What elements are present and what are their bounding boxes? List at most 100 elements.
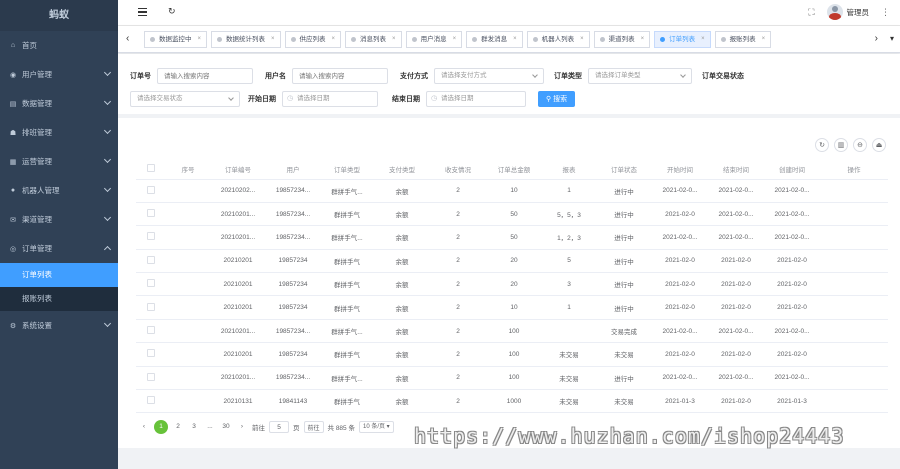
row-select-cell[interactable] xyxy=(136,295,166,320)
sidebar-item-team[interactable]: ☗ 排班管理 xyxy=(0,118,118,147)
close-icon[interactable]: × xyxy=(392,32,396,47)
page-1-button[interactable]: 1 xyxy=(154,420,168,434)
table-cell: 2021-02-0 xyxy=(708,389,764,414)
refresh-icon[interactable]: ↻ xyxy=(168,6,176,17)
sidebar-item-order[interactable]: ◎ 订单管理 xyxy=(0,234,118,263)
avatar[interactable] xyxy=(826,4,843,20)
table-row[interactable]: 20210201... 19857234... 群拼手气 余额 2 50 5，5，3 进行中 2… xyxy=(136,202,888,227)
row-checkbox[interactable] xyxy=(147,232,155,241)
table-row[interactable]: 20210201... 19857234... 群拼手气... 余额 2 100 交易完成 2… xyxy=(136,319,888,344)
close-icon[interactable]: × xyxy=(513,32,517,47)
row-select-cell[interactable] xyxy=(136,225,166,250)
tags-scroll-left-icon[interactable]: ‹ xyxy=(126,33,129,44)
table-row[interactable]: 20210201 19857234 群拼手气 余额 2 20 3 进行中 2021-02-0 20… xyxy=(136,272,888,297)
close-icon[interactable]: × xyxy=(332,32,336,47)
search-button[interactable]: ⚲ 搜索 xyxy=(538,91,576,107)
row-checkbox[interactable] xyxy=(147,396,155,405)
sidebar-item-operate[interactable]: ▦ 运营管理 xyxy=(0,147,118,176)
order-type-select[interactable]: 请选择订单类型 xyxy=(588,68,692,84)
goto-page-input[interactable] xyxy=(269,421,289,433)
table-row[interactable]: 20210201 19857234 群拼手气 余额 2 10 1 进行中 2021-02-0 20… xyxy=(136,295,888,320)
select-all-cell[interactable] xyxy=(136,159,166,180)
tag-item[interactable]: 数据监控中 × xyxy=(144,31,208,48)
page-2-button[interactable]: 2 xyxy=(172,421,184,433)
tag-item[interactable]: 用户消息 × xyxy=(405,31,463,48)
row-select-cell[interactable] xyxy=(136,249,166,274)
tag-item[interactable]: 报账列表 × xyxy=(714,31,772,48)
tag-item[interactable]: 供应列表 × xyxy=(284,31,342,48)
tag-item[interactable]: 数据统计列表 × xyxy=(211,31,281,48)
tag-item[interactable]: 机器人列表 × xyxy=(526,31,590,48)
close-icon[interactable]: × xyxy=(641,32,645,47)
chevron-down-icon: ▾ xyxy=(386,424,390,430)
close-icon[interactable]: × xyxy=(701,32,705,47)
table-row[interactable]: 20210201 19857234 群拼手气 余额 2 20 5 进行中 2021-02-0 20… xyxy=(136,249,888,274)
sidebar-subitem-report-list[interactable]: 报账列表 xyxy=(0,287,118,311)
close-icon[interactable]: × xyxy=(271,32,275,47)
row-checkbox[interactable] xyxy=(147,326,155,335)
export-icon[interactable]: ⏏ xyxy=(872,138,886,152)
page-3-button[interactable]: 3 xyxy=(188,421,200,433)
close-icon[interactable]: × xyxy=(453,32,457,47)
close-icon[interactable]: × xyxy=(580,32,584,47)
table-cell: 群拼手气... xyxy=(320,319,374,344)
tag-item[interactable]: 渠道列表 × xyxy=(593,31,651,48)
row-select-cell[interactable] xyxy=(136,272,166,297)
row-select-cell[interactable] xyxy=(136,319,166,344)
username-input[interactable] xyxy=(292,68,388,84)
row-checkbox[interactable] xyxy=(147,372,155,381)
tags-scroll-right-icon[interactable]: › xyxy=(875,33,878,44)
table-cell: 3 xyxy=(542,272,596,297)
page-ellipsis[interactable]: ... xyxy=(204,421,216,433)
filter-icon[interactable]: ⊖ xyxy=(853,138,867,152)
row-checkbox[interactable] xyxy=(147,349,155,358)
select-all-checkbox[interactable] xyxy=(147,163,155,172)
order-no-input[interactable] xyxy=(157,68,253,84)
channel-icon: ✉ xyxy=(10,216,16,224)
table-row[interactable]: 20210201... 19857234... 群拼手气... 余额 2 100 未交易 进行… xyxy=(136,366,888,391)
goto-button[interactable]: 前往 xyxy=(303,421,324,433)
user-name[interactable]: 管理员 xyxy=(847,7,870,18)
tag-item-active[interactable]: 订单列表 × xyxy=(654,31,711,48)
end-date-picker[interactable]: 请选择日期 xyxy=(426,91,526,107)
table-cell: 群拼手气 xyxy=(320,342,374,367)
row-select-cell[interactable] xyxy=(136,342,166,367)
next-page-button[interactable]: › xyxy=(236,421,248,433)
sidebar-item-home[interactable]: ⌂ 首页 xyxy=(0,31,118,60)
status-select[interactable]: 请选择交易状态 xyxy=(130,91,240,107)
row-checkbox[interactable] xyxy=(147,255,155,264)
row-checkbox[interactable] xyxy=(147,209,155,218)
table-row[interactable]: 20210201... 19857234... 群拼手气... 余额 2 50 1，2，3 进… xyxy=(136,225,888,250)
row-select-cell[interactable] xyxy=(136,202,166,227)
start-date-picker[interactable]: 请选择日期 xyxy=(282,91,378,107)
sidebar-item-channel[interactable]: ✉ 渠道管理 xyxy=(0,205,118,234)
sidebar-item-robot[interactable]: ● 机器人管理 xyxy=(0,176,118,205)
sidebar-item-data[interactable]: ▤ 数据管理 xyxy=(0,89,118,118)
hamburger-icon[interactable] xyxy=(138,8,147,16)
sidebar-subitem-order-list[interactable]: 订单列表 xyxy=(0,263,118,287)
sidebar-item-users[interactable]: ◉ 用户管理 xyxy=(0,60,118,89)
row-select-cell[interactable] xyxy=(136,389,166,414)
chevron-down-icon[interactable]: ▾ xyxy=(890,34,894,43)
page-size-select[interactable]: 10 条/页 ▾ xyxy=(358,421,394,433)
table-row[interactable]: 20210202... 19857234... 群拼手气... 余额 2 10 1 进行中 20… xyxy=(136,179,888,203)
sidebar-item-settings[interactable]: ⚙ 系统设置 xyxy=(0,311,118,340)
row-select-cell[interactable] xyxy=(136,366,166,391)
fullscreen-icon[interactable]: ⛶ xyxy=(808,7,814,18)
row-checkbox[interactable] xyxy=(147,185,155,194)
columns-icon[interactable]: ▥ xyxy=(834,138,848,152)
row-checkbox[interactable] xyxy=(147,279,155,288)
table-row[interactable]: 20210131 19841143 群拼手气 余额 2 1000 未交易 未交易 2021-01… xyxy=(136,389,888,414)
close-icon[interactable]: × xyxy=(198,32,202,47)
close-icon[interactable]: × xyxy=(762,32,766,47)
more-icon[interactable]: ⋮ xyxy=(881,7,890,18)
table-row[interactable]: 20210201 19857234 群拼手气 余额 2 100 未交易 未交易 2021-02-… xyxy=(136,342,888,367)
refresh-table-icon[interactable]: ↻ xyxy=(815,138,829,152)
tag-item[interactable]: 消息列表 × xyxy=(345,31,402,48)
prev-page-button[interactable]: ‹ xyxy=(138,421,150,433)
row-checkbox[interactable] xyxy=(147,302,155,311)
page-last-button[interactable]: 30 xyxy=(220,421,232,433)
pay-type-select[interactable]: 请选择支付方式 xyxy=(434,68,544,84)
row-select-cell[interactable] xyxy=(136,179,166,203)
tag-item[interactable]: 群发消息 × xyxy=(466,31,523,48)
